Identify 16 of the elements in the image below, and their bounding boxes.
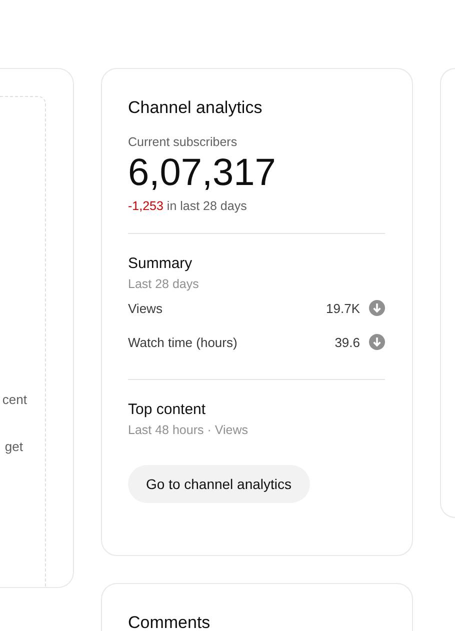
text-fragment: get (4, 439, 23, 455)
subscriber-count: 6,07,317 (128, 151, 277, 195)
section-title: Summary (128, 254, 194, 274)
metric-value: 39.6 (334, 334, 360, 350)
card-title: Comments (128, 612, 212, 631)
section-title: Top content (128, 400, 207, 420)
text-fragment: cent (2, 392, 27, 408)
card-title: Channel analytics (128, 97, 264, 119)
subscribers-label: Current subscribers (128, 135, 238, 149)
metric-label: Watch time (hours) (128, 334, 238, 350)
channel-analytics-button[interactable]: Go to channel analytics (128, 465, 310, 503)
section-subtitle: Last 48 hours · Views (128, 423, 249, 437)
section-subtitle: Last 28 days (128, 277, 200, 291)
subscriber-change: -1,253 in last 28 days (128, 199, 248, 213)
metric-label: Views (128, 300, 162, 316)
metric-value: 19.7K (326, 300, 360, 316)
